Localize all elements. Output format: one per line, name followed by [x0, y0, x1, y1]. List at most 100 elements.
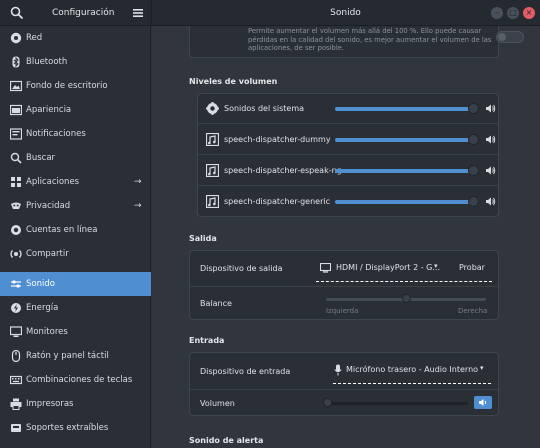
- volume-row-label: speech-dispatcher-generic: [224, 197, 330, 206]
- dashed-underline: [316, 281, 492, 282]
- online-accounts-icon: [11, 225, 21, 235]
- output-title: Salida: [189, 234, 217, 243]
- bluetooth-icon: [12, 56, 20, 68]
- sidebar-item-printers[interactable]: Impresoras: [0, 392, 151, 416]
- volume-row: Sonidos del sistema: [198, 94, 498, 124]
- sidebar-item-notifications[interactable]: Notificaciones: [0, 122, 151, 146]
- sidebar-item-label: Energía: [26, 303, 59, 313]
- menu-icon[interactable]: [132, 6, 144, 20]
- slider-handle[interactable]: [468, 196, 479, 207]
- input-device-value: Micrófono trasero - Audio Interno: [346, 365, 479, 374]
- volume-slider[interactable]: [335, 196, 479, 207]
- app-icon: [206, 195, 219, 208]
- alert-sound-title: Sonido de alerta: [189, 436, 264, 445]
- close-button[interactable]: ×: [523, 7, 535, 19]
- sidebar-item-online-accounts[interactable]: Cuentas en línea: [0, 218, 151, 242]
- sidebar-item-displays[interactable]: Monitores: [0, 320, 151, 344]
- volume-row-label: speech-dispatcher-dummy: [224, 135, 331, 144]
- chevron-right-icon: →: [134, 177, 142, 187]
- slider-handle[interactable]: [468, 134, 479, 145]
- speaker-icon[interactable]: [485, 103, 496, 114]
- media-icon: [11, 424, 21, 432]
- sidebar-item-label: Impresoras: [26, 399, 74, 409]
- balance-slider[interactable]: [326, 294, 486, 303]
- sidebar-item-label: Compartir: [26, 249, 69, 259]
- volume-levels-panel: Sonidos del sistema speech-dispatcher-du…: [197, 93, 499, 217]
- sidebar-item-label: Notificaciones: [26, 129, 86, 139]
- sidebar-item-label: Bluetooth: [26, 57, 68, 67]
- sidebar-item-mouse[interactable]: Ratón y panel táctil: [0, 344, 151, 368]
- settings-title: Configuración: [52, 8, 115, 18]
- search-icon: [10, 152, 22, 164]
- sidebar-item-label: Soportes extraíbles: [26, 423, 109, 433]
- keyboard-icon: [10, 375, 22, 385]
- monitor-icon: [320, 263, 331, 273]
- sidebar-item-sound[interactable]: Sonido: [0, 272, 151, 296]
- test-button[interactable]: Probar: [459, 263, 485, 272]
- balance-right-label: Derecha: [458, 307, 488, 315]
- switch-knob: [498, 33, 506, 41]
- sidebar-item-label: Privacidad: [26, 201, 71, 211]
- sidebar-item-appearance[interactable]: Apariencia: [0, 98, 151, 122]
- share-icon: [10, 250, 22, 258]
- sidebar: Red Bluetooth Fondo de escritorio Aparie…: [0, 26, 151, 448]
- maximize-button[interactable]: □: [507, 7, 519, 19]
- chevron-down-icon: ▾: [480, 364, 484, 372]
- network-icon: [10, 32, 22, 44]
- output-device-label: Dispositivo de salida: [200, 264, 283, 273]
- sidebar-item-privacy[interactable]: Privacidad →: [0, 194, 151, 218]
- speaker-icon[interactable]: [485, 165, 496, 176]
- gear-icon: [206, 102, 219, 115]
- slider-handle[interactable]: [468, 103, 479, 114]
- slider-handle[interactable]: [468, 165, 479, 176]
- sidebar-item-wallpaper[interactable]: Fondo de escritorio: [0, 74, 151, 98]
- speaker-icon[interactable]: [485, 196, 496, 207]
- page-title: Sonido: [330, 8, 361, 18]
- app-icon: [206, 164, 219, 177]
- sidebar-item-power[interactable]: Energía: [0, 296, 151, 320]
- output-device-value: HDMI / DisplayPort 2 - G...: [336, 263, 440, 272]
- sidebar-item-label: Aplicaciones: [26, 177, 80, 187]
- sound-panel: Permite aumentar el volumen más allá del…: [152, 26, 540, 448]
- volume-slider[interactable]: [335, 165, 479, 176]
- chevron-down-icon: ▾: [434, 262, 438, 270]
- sidebar-item-label: Red: [26, 33, 43, 43]
- sidebar-item-share[interactable]: Compartir: [0, 242, 151, 266]
- sidebar-item-label: Cuentas en línea: [26, 225, 98, 235]
- printer-icon: [10, 398, 22, 410]
- privacy-icon: [11, 202, 21, 209]
- speaker-muted-icon: [479, 399, 487, 406]
- mute-toggle-button[interactable]: [474, 396, 492, 409]
- overamplification-switch[interactable]: [496, 31, 524, 43]
- speaker-icon[interactable]: [485, 134, 496, 145]
- volume-slider[interactable]: [335, 103, 479, 114]
- mouse-icon: [11, 350, 21, 362]
- power-icon: [11, 303, 21, 313]
- slider-handle[interactable]: [402, 294, 411, 303]
- input-device-dropdown[interactable]: Micrófono trasero - Audio Interno ▾: [330, 357, 490, 383]
- output-panel: Dispositivo de salida HDMI / DisplayPort…: [189, 250, 500, 320]
- input-volume-slider[interactable]: [323, 398, 468, 407]
- sidebar-item-bluetooth[interactable]: Bluetooth: [0, 50, 151, 74]
- volume-row-label: Sonidos del sistema: [224, 104, 305, 113]
- display-icon: [10, 326, 22, 337]
- output-device-dropdown[interactable]: HDMI / DisplayPort 2 - G... ▾: [310, 255, 446, 281]
- slider-handle[interactable]: [323, 398, 332, 407]
- volume-slider[interactable]: [335, 134, 479, 145]
- sidebar-item-removable-media[interactable]: Soportes extraíbles: [0, 416, 151, 440]
- close-icon: ×: [525, 8, 533, 17]
- minimize-button[interactable]: –: [491, 7, 503, 19]
- sidebar-item-label: Apariencia: [26, 105, 72, 115]
- search-icon[interactable]: [10, 6, 24, 20]
- wallpaper-icon: [10, 80, 22, 92]
- sidebar-item-applications[interactable]: Aplicaciones →: [0, 170, 151, 194]
- row-divider: [190, 286, 500, 287]
- appearance-icon: [10, 104, 22, 116]
- sidebar-item-label: Fondo de escritorio: [26, 81, 108, 91]
- sidebar-item-keyboard-shortcuts[interactable]: Combinaciones de teclas: [0, 368, 151, 392]
- sidebar-item-red[interactable]: Red: [0, 26, 151, 50]
- sidebar-item-search[interactable]: Buscar: [0, 146, 151, 170]
- sidebar-item-label: Sonido: [26, 279, 55, 289]
- bell-icon: [10, 128, 22, 140]
- maximize-icon: □: [509, 8, 517, 17]
